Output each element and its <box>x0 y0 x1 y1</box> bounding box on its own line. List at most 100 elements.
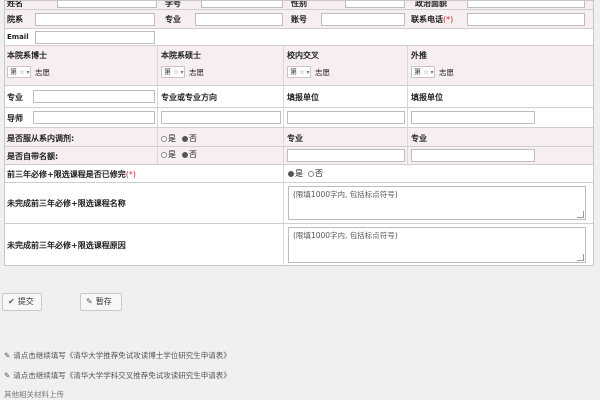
choice-header-row: 本院系博士 第 ☆ ▾ 志愿 本院系硕士 第 ☆ ▾ 志愿 校内交叉 第 ☆ ▾… <box>5 46 593 86</box>
major-a-label: 专业 <box>287 134 303 143</box>
quota-label-cell: 是否自带名额: <box>5 147 158 164</box>
tutor-row: 导师 <box>5 108 593 128</box>
resize-handle[interactable] <box>577 211 584 218</box>
save-button[interactable]: ✎ 暂存 <box>80 293 122 311</box>
courses-done-no-radio[interactable]: 否 <box>308 168 323 179</box>
tutor-input[interactable] <box>33 111 155 124</box>
quota-label: 是否自带名额: <box>7 152 59 161</box>
gender-input[interactable] <box>345 1 405 8</box>
materials-upload-label: 其他相关材料上传 <box>4 390 64 399</box>
email-label: Email <box>7 33 29 41</box>
radio-icon <box>288 171 294 177</box>
quota-yes-radio[interactable]: 是 <box>161 149 176 160</box>
edit-icon: ✎ <box>4 351 11 360</box>
radio-icon <box>308 171 314 177</box>
major-b-cell: 专业 <box>408 128 593 146</box>
account-label: 账号 <box>291 15 307 24</box>
unit-b-cell: 填报单位 <box>408 86 593 107</box>
cross-suffix: 志愿 <box>315 68 330 77</box>
major-cell: 专业 <box>5 86 158 107</box>
choice-col-3: 校内交叉 第 ☆ ▾ 志愿 <box>284 46 408 85</box>
major-input-2[interactable] <box>33 90 155 103</box>
adjust-no-radio[interactable]: 否 <box>182 133 197 144</box>
courses-done-label-cell: 前三年必修+限选课程是否已修完(*) <box>5 165 284 182</box>
basic-info-row-0: 姓名 学号 性别 政治面貌 <box>5 1 593 10</box>
radio-icon <box>182 136 188 142</box>
major-input[interactable] <box>195 13 283 26</box>
radio-icon <box>161 152 167 158</box>
master-header: 本院系硕士 <box>161 51 201 60</box>
external-header: 外推 <box>411 51 427 60</box>
unit-b-label: 填报单位 <box>411 93 443 102</box>
cross-select[interactable]: 第 ☆ ▾ <box>287 66 311 78</box>
tutor-cell: 导师 <box>5 108 158 127</box>
master-select[interactable]: 第 ☆ ▾ <box>161 66 185 78</box>
unfinished-names-row: 未完成前三年必修+限选课程名称 (限填1000字内, 包括标点符号) <box>5 183 593 224</box>
unfinished-names-label: 未完成前三年必修+限选课程名称 <box>7 199 126 208</box>
direction-cell: 专业或专业方向 <box>158 86 284 107</box>
email-row: Email <box>5 29 593 46</box>
email-input[interactable] <box>35 31 155 44</box>
tutor-label: 导师 <box>7 114 23 123</box>
cross-application-link[interactable]: ✎ 请点击继续填写《清华大学学科交叉推荐免试攻读研究生申请表》 <box>4 370 231 381</box>
direction-label: 专业或专业方向 <box>161 93 217 102</box>
major-b-input-cell <box>408 147 593 164</box>
required-mark: (*) <box>125 170 136 179</box>
radio-icon <box>161 136 167 142</box>
resize-handle[interactable] <box>577 254 584 261</box>
unit-a-input[interactable] <box>287 111 405 124</box>
basic-info-row-1: 院系 专业 账号 联系电话(*) <box>5 10 593 29</box>
phd-header: 本院系博士 <box>7 51 47 60</box>
account-input[interactable] <box>321 13 405 26</box>
courses-done-yes-radio[interactable]: 是 <box>288 168 303 179</box>
required-mark: (*) <box>443 15 454 24</box>
choice-col-1: 本院系博士 第 ☆ ▾ 志愿 <box>5 46 158 85</box>
unfinished-reason-label: 未完成前三年必修+限选课程原因 <box>7 241 126 250</box>
adjust-yes-radio[interactable]: 是 <box>161 133 176 144</box>
submit-button[interactable]: ✔ 提交 <box>2 293 42 311</box>
quota-row: 是否自带名额: 是 否 <box>5 147 593 165</box>
external-select[interactable]: 第 ☆ ▾ <box>411 66 435 78</box>
major-a-cell: 专业 <box>284 128 408 146</box>
direction-input-cell <box>158 108 284 127</box>
phd-application-link[interactable]: ✎ 请点击继续填写《清华大学推荐免试攻读博士学位研究生申请表》 <box>4 350 231 361</box>
major-a-input-cell <box>284 147 408 164</box>
choice-col-4: 外推 第 ☆ ▾ 志愿 <box>408 46 593 85</box>
phone-input[interactable] <box>467 13 585 26</box>
major-a-input[interactable] <box>287 149 405 162</box>
student-no-input[interactable] <box>201 1 283 8</box>
master-suffix: 志愿 <box>189 68 204 77</box>
major-b-input[interactable] <box>411 149 535 162</box>
unit-b-input-cell <box>408 108 593 127</box>
student-no-label: 学号 <box>165 1 181 8</box>
courses-done-row: 前三年必修+限选课程是否已修完(*) 是 否 <box>5 165 593 183</box>
unfinished-names-textarea[interactable]: (限填1000字内, 包括标点符号) <box>288 186 586 220</box>
unfinished-names-label-cell: 未完成前三年必修+限选课程名称 <box>5 183 284 223</box>
unfinished-reason-label-cell: 未完成前三年必修+限选课程原因 <box>5 224 284 266</box>
unfinished-reason-textarea[interactable]: (限填1000字内, 包括标点符号) <box>288 227 586 263</box>
phd-select[interactable]: 第 ☆ ▾ <box>7 66 31 78</box>
major-row: 专业 专业或专业方向 填报单位 填报单位 <box>5 86 593 108</box>
unit-b-input[interactable] <box>411 111 535 124</box>
dept-input[interactable] <box>35 13 155 26</box>
quota-radio-cell: 是 否 <box>158 147 284 164</box>
external-suffix: 志愿 <box>439 68 454 77</box>
gender-label: 性别 <box>291 1 307 8</box>
political-input[interactable] <box>467 1 585 8</box>
dept-label: 院系 <box>7 15 23 24</box>
courses-done-radio-cell: 是 否 <box>284 165 593 182</box>
major-label-2: 专业 <box>7 93 23 102</box>
name-label: 姓名 <box>7 1 23 8</box>
adjust-radio-cell: 是 否 <box>158 128 284 146</box>
unit-a-cell: 填报单位 <box>284 86 408 107</box>
political-label: 政治面貌 <box>415 1 447 8</box>
unit-a-input-cell <box>284 108 408 127</box>
name-input[interactable] <box>57 1 157 8</box>
check-icon: ✔ <box>8 297 15 306</box>
radio-icon <box>182 152 188 158</box>
major-b-label: 专业 <box>411 134 427 143</box>
direction-input[interactable] <box>161 111 281 124</box>
unit-a-label: 填报单位 <box>287 93 319 102</box>
adjust-label: 是否服从系内调剂: <box>7 134 75 143</box>
quota-no-radio[interactable]: 否 <box>182 149 197 160</box>
